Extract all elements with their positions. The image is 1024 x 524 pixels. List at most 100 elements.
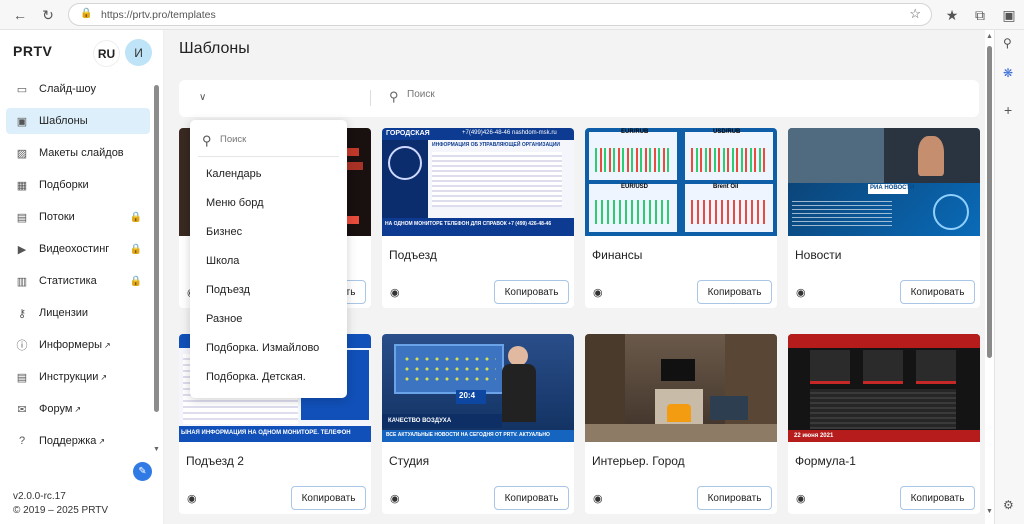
- copy-button[interactable]: Копировать: [900, 486, 975, 510]
- sidebar-item[interactable]: ▨ Макеты слайдов: [6, 140, 150, 166]
- preview-eye-icon[interactable]: ◉: [593, 286, 603, 299]
- info-icon: ⓘ: [16, 340, 28, 352]
- templates-icon: ▣: [16, 115, 28, 128]
- sidebar-item[interactable]: ⚷ Лицензии: [6, 300, 150, 326]
- dropdown-option[interactable]: Разное: [206, 313, 242, 325]
- support-icon: ?: [18, 435, 26, 447]
- thumb-text: EUR/USD: [621, 184, 649, 190]
- sidebar-item[interactable]: ▤ Инструкции ↗: [6, 364, 150, 390]
- preview-eye-icon[interactable]: ◉: [796, 286, 806, 299]
- copilot-icon[interactable]: ❋: [1003, 66, 1013, 80]
- thumb-text: USD/RUB: [713, 129, 741, 135]
- reload-icon[interactable]: ↻: [38, 5, 58, 25]
- template-thumbnail[interactable]: РИА НОВОСТИ: [788, 128, 980, 236]
- sidebar-toggle-icon[interactable]: ▣: [999, 5, 1019, 25]
- dropdown-option[interactable]: Подъезд: [206, 284, 250, 296]
- template-thumbnail[interactable]: 20:4 КАЧЕСТВО ВОЗДУХА ВСЕ АКТУАЛЬНЫЕ НОВОС…: [382, 334, 574, 442]
- scroll-down-icon[interactable]: ▼: [986, 508, 993, 515]
- preview-eye-icon[interactable]: ◉: [796, 492, 806, 505]
- thumb-text: nashdom-msk.ru: [512, 130, 557, 136]
- sidebar-item[interactable]: ▤ Потоки 🔒: [6, 204, 150, 230]
- sidebar-scrollbar[interactable]: [154, 85, 159, 412]
- collections-icon[interactable]: ⧉: [970, 5, 990, 25]
- template-card[interactable]: 20:4 КАЧЕСТВО ВОЗДУХА ВСЕ АКТУАЛЬНЫЕ НОВОС…: [382, 334, 574, 514]
- search-icon[interactable]: ⚲: [1003, 36, 1012, 50]
- sidebar-item[interactable]: ⓘ Информеры ↗: [6, 332, 150, 358]
- sidebar-item-label: Потоки: [39, 211, 75, 223]
- template-card[interactable]: РИА НОВОСТИ Новости ◉ Копировать: [788, 128, 980, 308]
- sidebar-item-label: Подборки: [39, 179, 89, 191]
- avatar[interactable]: И: [125, 39, 152, 66]
- sidebar-item[interactable]: ? Поддержка ↗: [6, 428, 150, 454]
- sidebar-scroll-down-icon[interactable]: ▼: [153, 446, 160, 453]
- scroll-up-icon[interactable]: ▲: [986, 33, 993, 40]
- sidebar-item[interactable]: ▭ Слайд-шоу: [6, 76, 150, 102]
- sidebar-item-label: Лицензии: [39, 307, 89, 319]
- dropdown-option[interactable]: Бизнес: [206, 226, 242, 238]
- copy-button[interactable]: Копировать: [494, 280, 569, 304]
- thumb-text: Brent Oil: [713, 184, 739, 190]
- thumb-text: ГОРОДСКАЯ: [386, 130, 430, 137]
- add-icon[interactable]: +: [1004, 102, 1012, 118]
- template-card[interactable]: ГОРОДСКАЯ +7(499)426-48-46 nashdom-msk.ru И…: [382, 128, 574, 308]
- external-link-icon: ↗: [74, 404, 82, 414]
- pencil-icon: ✎: [138, 466, 147, 477]
- category-dropdown: ⚲ Календарь Меню борд Бизнес Школа Подъезд Ра…: [190, 120, 347, 398]
- brand-logo[interactable]: PRTV: [13, 43, 52, 59]
- sidebar-item[interactable]: ✉ Форум ↗: [6, 396, 150, 422]
- favorites-icon[interactable]: ★: [942, 5, 962, 25]
- thumb-text: 22 июня 2021: [794, 433, 834, 439]
- preview-eye-icon[interactable]: ◉: [593, 492, 603, 505]
- sidebar-item-label: Макеты слайдов: [39, 147, 124, 159]
- thumb-text: РИА НОВОСТИ: [870, 185, 915, 191]
- template-thumbnail[interactable]: ГОРОДСКАЯ +7(499)426-48-46 nashdom-msk.ru И…: [382, 128, 574, 236]
- template-title: Подъезд 2: [186, 454, 244, 468]
- preview-eye-icon[interactable]: ◉: [187, 492, 197, 505]
- dropdown-search-input[interactable]: [220, 134, 330, 145]
- copy-button[interactable]: Копировать: [697, 486, 772, 510]
- search-icon: ⚲: [389, 89, 399, 104]
- copy-button[interactable]: Копировать: [494, 486, 569, 510]
- lock-icon: 🔒: [80, 8, 93, 19]
- filter-divider: [370, 90, 371, 106]
- sidebar-item[interactable]: ▣ Шаблоны: [6, 108, 150, 134]
- copy-button[interactable]: Копировать: [900, 280, 975, 304]
- sidebar-item[interactable]: ▶ Видеохостинг 🔒: [6, 236, 150, 262]
- copy-button[interactable]: Копировать: [697, 280, 772, 304]
- dropdown-option[interactable]: Подборка. Измайлово: [206, 342, 319, 354]
- sidebar-item-label: Инструкции: [39, 371, 99, 383]
- settings-icon[interactable]: ⚙: [1003, 498, 1014, 512]
- preview-eye-icon[interactable]: ◉: [390, 492, 400, 505]
- sidebar-item-label: Информеры: [39, 339, 102, 351]
- chart-icon: ▥: [16, 275, 28, 288]
- key-icon: ⚷: [17, 307, 27, 320]
- thumb-text: КАЧЕСТВО ВОЗДУХА: [388, 418, 452, 424]
- star-icon[interactable]: ☆: [909, 6, 921, 22]
- page-scrollbar[interactable]: ▲ ▼: [985, 33, 993, 515]
- copy-button[interactable]: Копировать: [291, 486, 366, 510]
- dropdown-option[interactable]: Подборка. Детская.: [206, 371, 306, 383]
- search-input[interactable]: [407, 89, 607, 100]
- sidebar-item[interactable]: ▦ Подборки: [6, 172, 150, 198]
- template-thumbnail[interactable]: [585, 334, 777, 442]
- edit-button[interactable]: ✎: [133, 462, 152, 481]
- external-link-icon: ↗: [103, 340, 111, 350]
- template-card[interactable]: Интерьер. Город ◉ Копировать: [585, 334, 777, 514]
- back-icon[interactable]: ←: [10, 5, 30, 25]
- filter-bar: ∨ ⚲: [179, 80, 979, 117]
- template-card[interactable]: EUR/RUB USD/RUB EUR/USD Brent Oil Финансы ◉ Ко…: [585, 128, 777, 308]
- template-card[interactable]: 22 июня 2021 Формула-1 ◉ Копировать: [788, 334, 980, 514]
- category-select-chevron-icon[interactable]: ∨: [199, 92, 206, 103]
- template-title: Финансы: [592, 248, 643, 262]
- address-bar[interactable]: 🔒 https://prtv.pro/templates ☆: [68, 3, 932, 26]
- template-thumbnail[interactable]: 22 июня 2021: [788, 334, 980, 442]
- template-thumbnail[interactable]: EUR/RUB USD/RUB EUR/USD Brent Oil: [585, 128, 777, 236]
- copyright-icon: ©: [13, 505, 21, 516]
- dropdown-option[interactable]: Меню борд: [206, 197, 264, 209]
- dropdown-option[interactable]: Школа: [206, 255, 239, 267]
- preview-eye-icon[interactable]: ◉: [390, 286, 400, 299]
- scrollbar-thumb[interactable]: [987, 46, 992, 358]
- sidebar-item[interactable]: ▥ Статистика 🔒: [6, 268, 150, 294]
- language-switch[interactable]: RU: [94, 41, 119, 66]
- dropdown-option[interactable]: Календарь: [206, 168, 262, 180]
